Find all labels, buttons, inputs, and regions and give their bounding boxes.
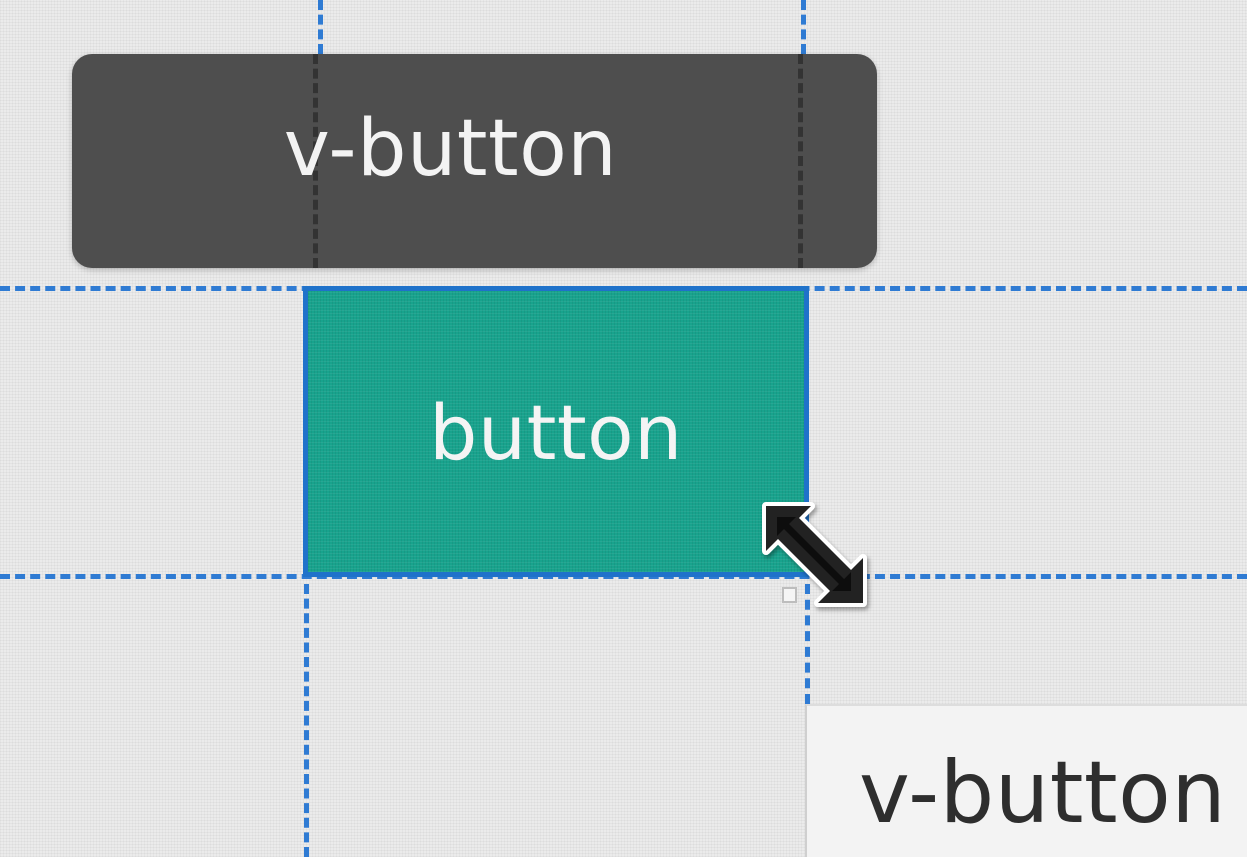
tooltip-label: v-button [283,104,618,194]
vertical-guide-top-left [318,0,323,54]
v-button-component[interactable]: v-button [805,704,1247,857]
selected-button-label: button [429,388,683,477]
selected-button[interactable]: button [303,286,809,577]
v-button-label: v-button [859,743,1227,843]
resize-diagonal-icon[interactable] [754,492,878,618]
vertical-guide-top-right [801,0,806,54]
design-canvas[interactable]: v-button button v-button [0,0,1247,857]
component-tooltip: v-button [72,54,877,268]
vertical-guide-bottom-left [304,584,309,857]
